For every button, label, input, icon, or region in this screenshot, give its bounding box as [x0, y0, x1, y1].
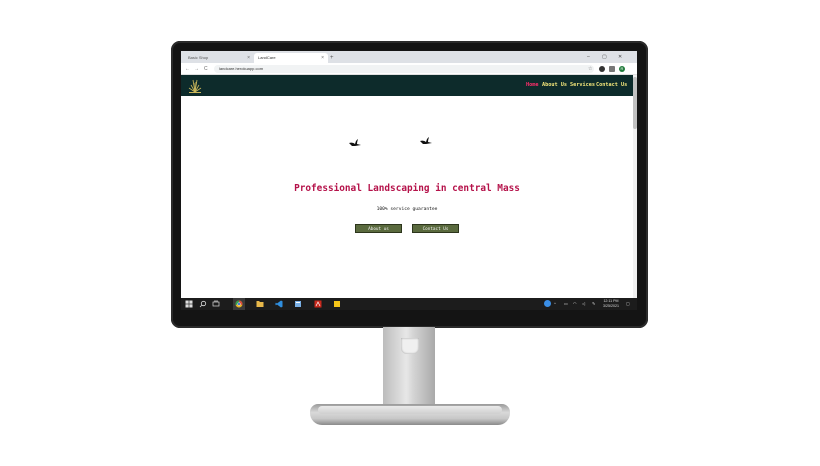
app-icon[interactable] — [294, 300, 302, 308]
minimize-button[interactable]: – — [587, 53, 590, 61]
tab-label: Basic Shop — [188, 55, 209, 60]
browser-tab-landcare[interactable]: LandCare × — [254, 53, 328, 63]
monitor-stand-base-top — [318, 406, 502, 414]
tray-chevron-up-icon[interactable]: ^ — [554, 301, 556, 307]
nav-about-link[interactable]: About Us — [542, 82, 567, 88]
chrome-icon[interactable] — [235, 300, 243, 308]
browser-tab-strip: Basic Shop × LandCare × + – ▢ ✕ — [181, 51, 637, 63]
extensions-puzzle-icon[interactable] — [609, 66, 615, 72]
close-icon[interactable]: × — [247, 53, 250, 63]
back-button[interactable]: ← — [185, 64, 190, 74]
volume-icon[interactable]: ◁ — [582, 301, 585, 307]
screen: Basic Shop × LandCare × + – ▢ ✕ ← → C la… — [181, 51, 637, 310]
file-explorer-icon[interactable] — [256, 300, 264, 308]
nav-contact-link[interactable]: Contact Us — [596, 82, 627, 88]
page-scrollbar-thumb[interactable] — [633, 77, 637, 129]
reload-button[interactable]: C — [204, 64, 208, 74]
windows-taskbar: ^ ▭ ◠ ◁ ✎ 12:11 PM 3/25/2021 ▢ — [181, 298, 637, 310]
tab-label: LandCare — [258, 55, 276, 60]
search-icon[interactable] — [199, 300, 207, 308]
new-tab-button[interactable]: + — [330, 53, 338, 63]
extension-icon[interactable] — [599, 66, 605, 72]
bird-icon — [420, 137, 432, 144]
browser-toolbar: ← → C landcare.herokuapp.com ☆ R — [181, 63, 637, 75]
address-input[interactable]: landcare.herokuapp.com — [214, 65, 594, 73]
grass-logo-icon[interactable] — [187, 77, 203, 94]
hero-subline: 100% service guarantee — [376, 207, 438, 212]
site-navbar: Home About Us Services Contact Us — [181, 75, 633, 96]
wifi-icon[interactable]: ◠ — [573, 301, 577, 307]
close-icon[interactable]: × — [321, 53, 324, 63]
vscode-icon[interactable] — [275, 300, 283, 308]
bookmark-star-icon[interactable]: ☆ — [588, 64, 592, 74]
nav-services-link[interactable]: Services — [570, 82, 595, 88]
pen-icon[interactable]: ✎ — [592, 301, 595, 307]
acrobat-icon[interactable] — [314, 300, 322, 308]
clock-date: 3/25/2021 — [603, 304, 619, 308]
windows-start-icon[interactable] — [185, 300, 193, 308]
bird-icon — [349, 139, 361, 146]
hero-headline: Professional Landscaping in central Mass — [294, 183, 520, 194]
contact-us-button[interactable]: Contact Us — [412, 224, 459, 233]
task-view-icon[interactable] — [212, 300, 220, 308]
nav-home-link[interactable]: Home — [526, 82, 539, 88]
about-us-button[interactable]: About us — [355, 224, 402, 233]
monitor-stand-cable-slot — [401, 338, 419, 354]
profile-avatar[interactable]: R — [619, 66, 625, 72]
notification-badge-icon[interactable] — [544, 300, 551, 307]
notifications-icon[interactable]: ▢ — [626, 301, 630, 307]
taskbar-clock[interactable]: 12:11 PM 3/25/2021 — [600, 299, 622, 309]
forward-button[interactable]: → — [194, 64, 199, 74]
sticky-notes-icon[interactable] — [333, 300, 341, 308]
browser-tab-basic-shop[interactable]: Basic Shop × — [184, 53, 254, 63]
battery-icon[interactable]: ▭ — [564, 301, 568, 307]
close-window-button[interactable]: ✕ — [618, 53, 622, 61]
maximize-button[interactable]: ▢ — [602, 53, 607, 61]
